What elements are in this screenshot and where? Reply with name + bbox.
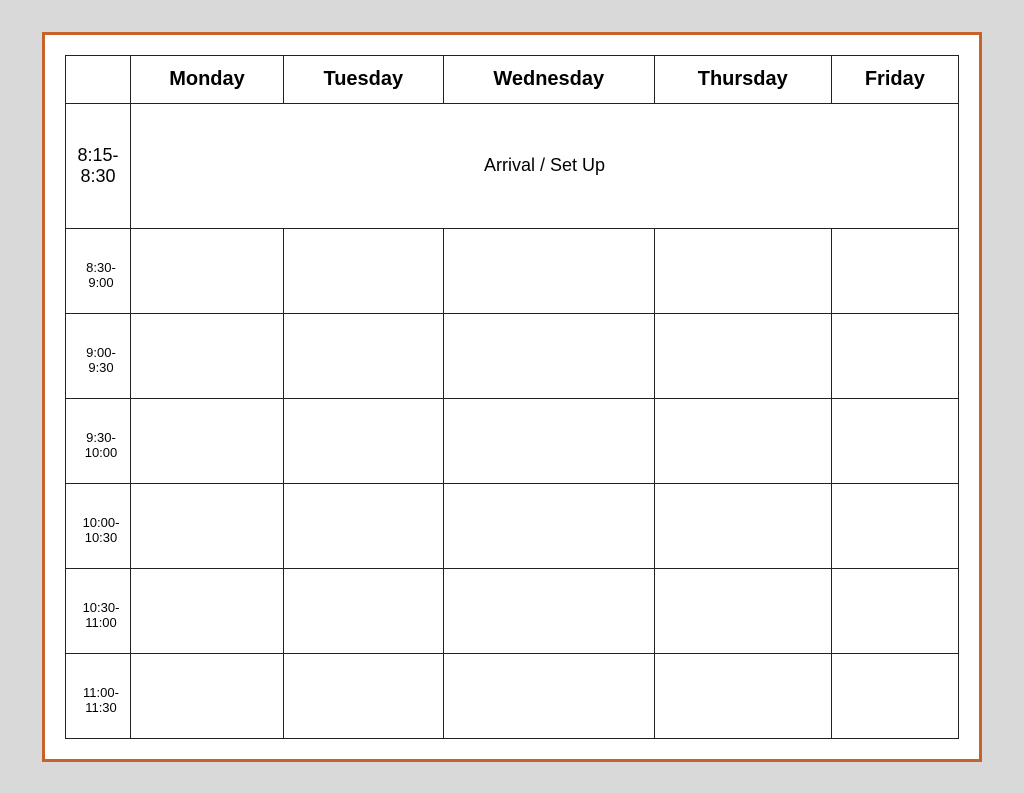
cell-tue-830 [283, 228, 443, 313]
time-900-930: 9:00-9:30 [66, 313, 131, 398]
header-wednesday: Wednesday [443, 55, 654, 103]
cell-wed-900 [443, 313, 654, 398]
cell-wed-930 [443, 398, 654, 483]
row-930-1000: 9:30-10:00 [66, 398, 959, 483]
cell-fri-1000 [831, 483, 958, 568]
cell-wed-830 [443, 228, 654, 313]
row-1000-1030: 10:00-10:30 [66, 483, 959, 568]
cell-tue-1000 [283, 483, 443, 568]
time-1000-1030: 10:00-10:30 [66, 483, 131, 568]
time-1100-1130: 11:00-11:30 [66, 653, 131, 738]
header-time-cell [66, 55, 131, 103]
row-1100-1130: 11:00-11:30 [66, 653, 959, 738]
header-tuesday: Tuesday [283, 55, 443, 103]
arrival-row: 8:15-8:30 Arrival / Set Up [66, 103, 959, 228]
cell-mon-1030 [131, 568, 284, 653]
cell-thu-1030 [654, 568, 831, 653]
schedule-table: Monday Tuesday Wednesday Thursday Friday… [65, 55, 959, 739]
time-815-830: 8:15-8:30 [66, 103, 131, 228]
cell-mon-1100 [131, 653, 284, 738]
cell-mon-830 [131, 228, 284, 313]
arrival-cell: Arrival / Set Up [131, 103, 959, 228]
page: Monday Tuesday Wednesday Thursday Friday… [42, 32, 982, 762]
cell-thu-900 [654, 313, 831, 398]
header-thursday: Thursday [654, 55, 831, 103]
row-1030-1100: 10:30-11:00 [66, 568, 959, 653]
cell-mon-900 [131, 313, 284, 398]
header-row: Monday Tuesday Wednesday Thursday Friday [66, 55, 959, 103]
cell-wed-1030 [443, 568, 654, 653]
cell-fri-830 [831, 228, 958, 313]
cell-wed-1000 [443, 483, 654, 568]
cell-thu-830 [654, 228, 831, 313]
cell-mon-1000 [131, 483, 284, 568]
cell-thu-1000 [654, 483, 831, 568]
cell-fri-900 [831, 313, 958, 398]
cell-tue-1030 [283, 568, 443, 653]
cell-fri-1100 [831, 653, 958, 738]
time-830-900: 8:30-9:00 [66, 228, 131, 313]
cell-thu-1100 [654, 653, 831, 738]
cell-tue-1100 [283, 653, 443, 738]
row-900-930: 9:00-9:30 [66, 313, 959, 398]
cell-tue-930 [283, 398, 443, 483]
cell-fri-1030 [831, 568, 958, 653]
time-930-1000: 9:30-10:00 [66, 398, 131, 483]
cell-tue-900 [283, 313, 443, 398]
cell-mon-930 [131, 398, 284, 483]
time-1030-1100: 10:30-11:00 [66, 568, 131, 653]
cell-fri-930 [831, 398, 958, 483]
row-830-900: 8:30-9:00 [66, 228, 959, 313]
cell-wed-1100 [443, 653, 654, 738]
cell-thu-930 [654, 398, 831, 483]
header-friday: Friday [831, 55, 958, 103]
header-monday: Monday [131, 55, 284, 103]
